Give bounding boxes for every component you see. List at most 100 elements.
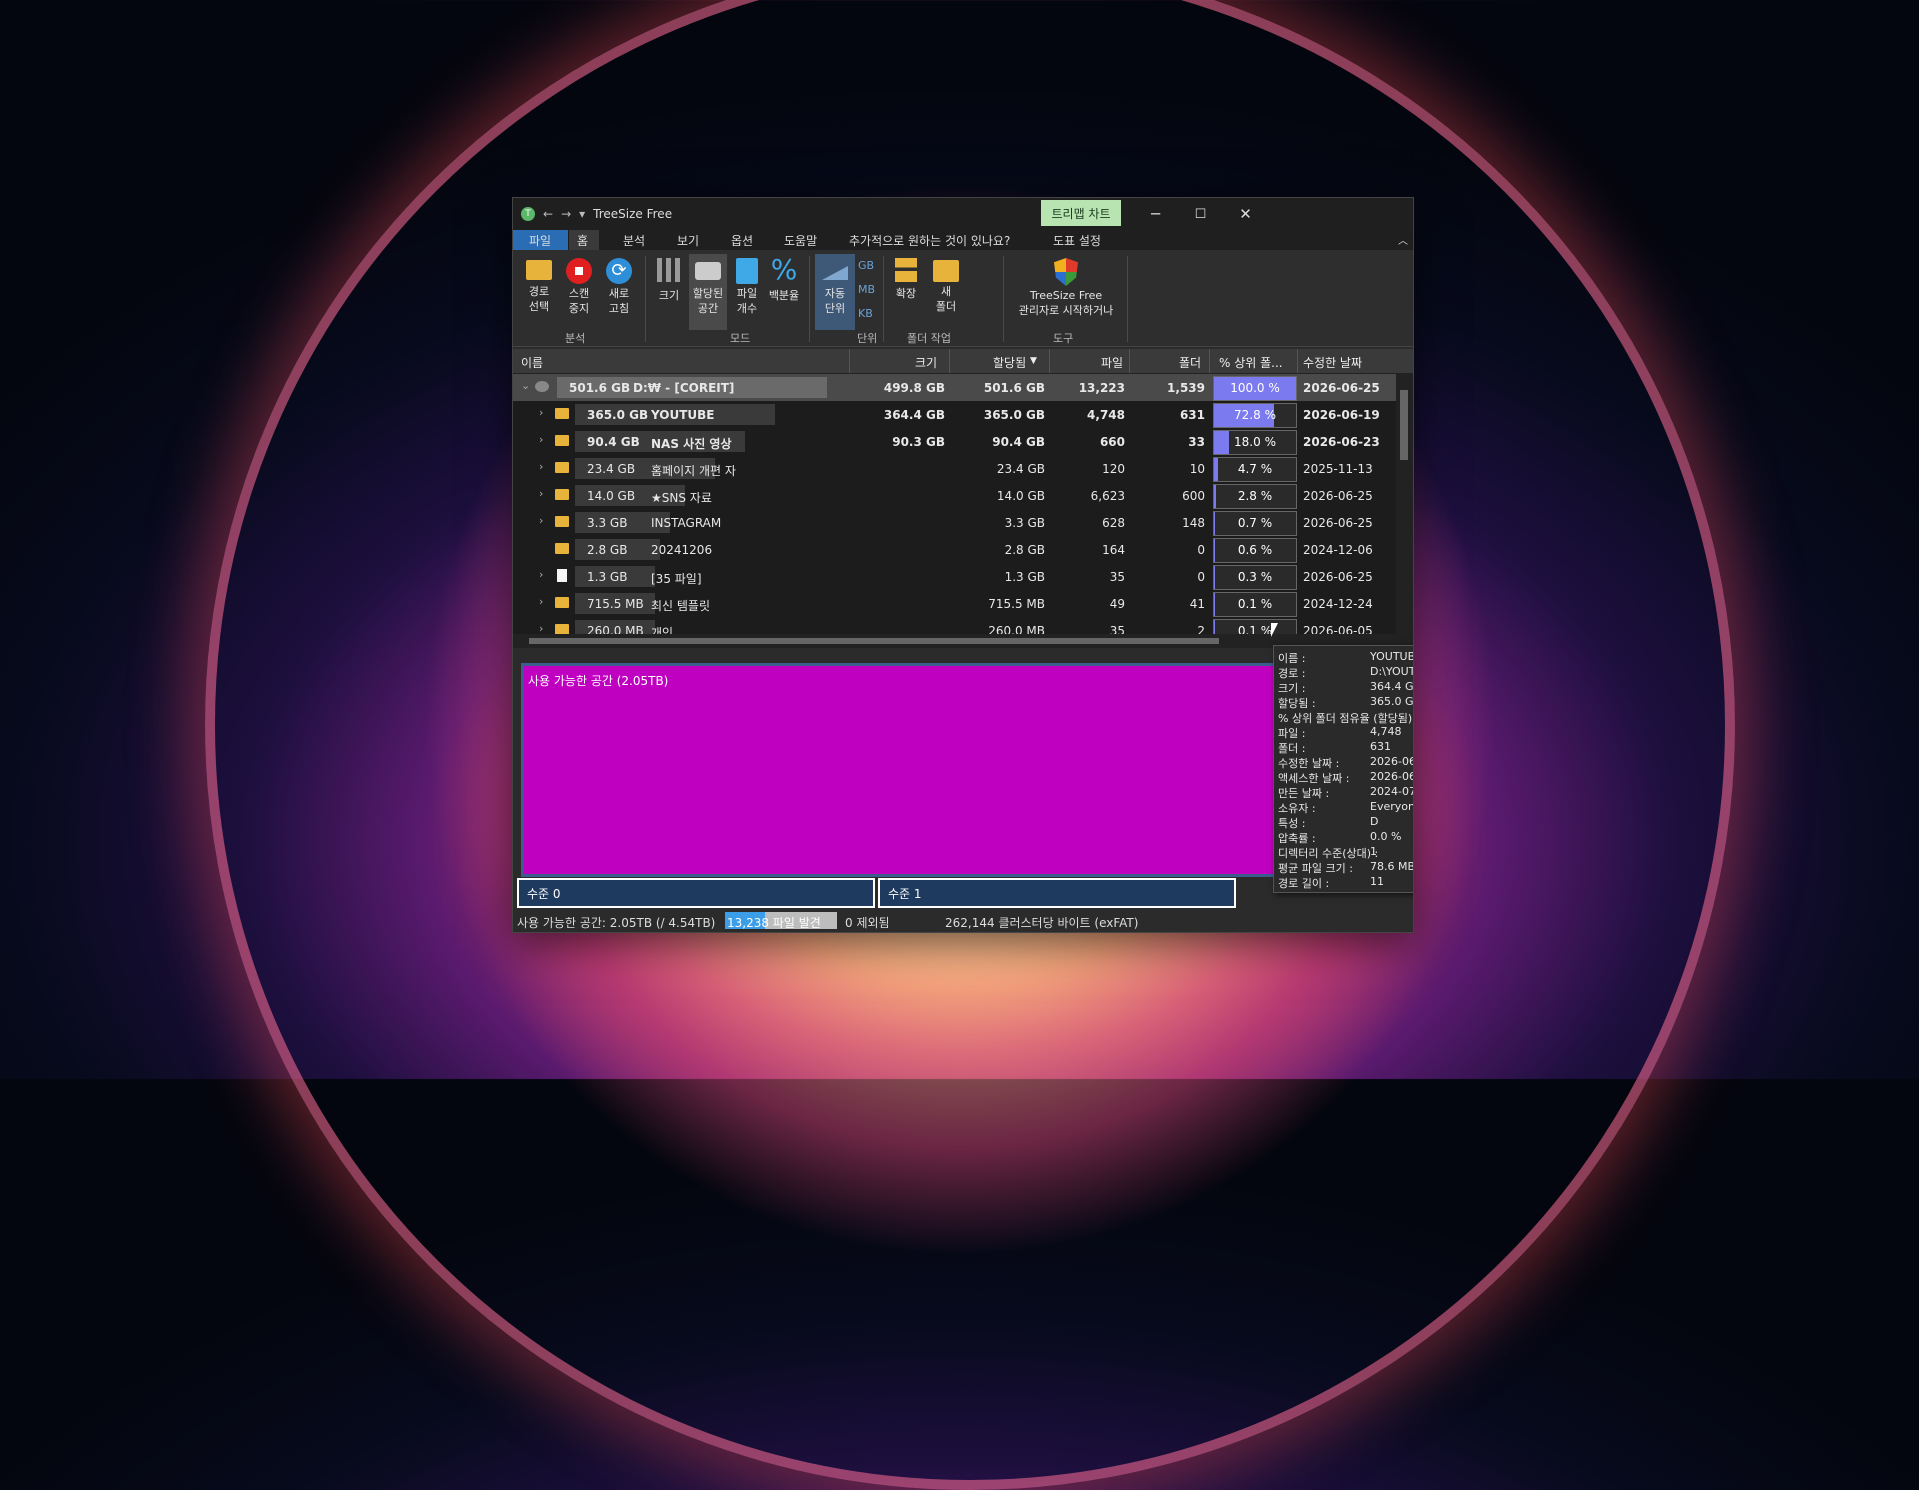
refresh-icon: ⟳: [606, 258, 632, 284]
row-files: 13,223: [1079, 381, 1125, 395]
refresh-button[interactable]: ⟳ 새로 고침: [601, 258, 637, 316]
tree-row[interactable]: ›3.3 GBINSTAGRAM3.3 GB6281480.7 %2026-06…: [513, 509, 1396, 536]
scroll-thumb[interactable]: [1400, 390, 1408, 460]
menu-view[interactable]: 보기: [677, 232, 699, 249]
col-modified[interactable]: 수정한 날짜: [1303, 354, 1362, 371]
folder-icon: [555, 435, 569, 446]
menu-file[interactable]: 파일: [529, 232, 551, 249]
row-name: YOUTUBE: [651, 408, 714, 422]
new-folder-button[interactable]: 새 폴더: [929, 258, 963, 314]
level-1-label: 수준 1: [888, 885, 922, 902]
tree-row[interactable]: ›14.0 GB★SNS 자료14.0 GB6,6236002.8 %2026-…: [513, 482, 1396, 509]
select-path-button[interactable]: 경로 선택: [521, 258, 557, 314]
status-excluded: 0 제외됨: [845, 914, 890, 931]
col-name[interactable]: 이름: [521, 354, 543, 371]
row-folders: 631: [1180, 408, 1205, 422]
row-modified: 2024-12-06: [1303, 543, 1373, 557]
status-free-space: 사용 가능한 공간: 2.05TB (/ 4.54TB): [517, 914, 715, 931]
row-modified: 2026-06-25: [1303, 516, 1373, 530]
tooltip-key: 평균 파일 크기 :: [1278, 860, 1353, 876]
maximize-button[interactable]: ☐: [1178, 198, 1223, 230]
row-allocated: 1.3 GB: [1005, 570, 1045, 584]
menu-help[interactable]: 도움말: [784, 232, 817, 249]
tooltip-value: 78.6 MB: [1370, 860, 1414, 873]
header-divider[interactable]: [1209, 349, 1210, 373]
forward-icon[interactable]: →: [561, 207, 571, 221]
row-percent: 0.7 %: [1214, 516, 1296, 530]
chevron-right-icon[interactable]: ›: [539, 568, 543, 581]
scroll-thumb[interactable]: [529, 638, 1219, 644]
row-folders: 1,539: [1167, 381, 1205, 395]
expand-button[interactable]: 확장: [889, 258, 923, 301]
tree-row[interactable]: ›260.0 MB개인260.0 MB3520.1 %2026-06-05: [513, 617, 1396, 634]
header-divider[interactable]: [949, 349, 950, 373]
row-folders: 33: [1188, 435, 1205, 449]
row-folders: 10: [1190, 462, 1205, 476]
percent-label: 백분율: [769, 289, 799, 302]
back-icon[interactable]: ←: [543, 207, 553, 221]
row-percent: 0.6 %: [1214, 543, 1296, 557]
row-percent-cell: 0.6 %: [1213, 538, 1297, 563]
tree-row[interactable]: ›90.4 GBNAS 사진 영상90.3 GB90.4 GB6603318.0…: [513, 428, 1396, 455]
menu-analysis[interactable]: 분석: [623, 232, 645, 249]
quick-access-dropdown-icon[interactable]: ▾: [579, 207, 585, 221]
tree-row[interactable]: ›23.4 GB홈페이지 개편 자23.4 GB120104.7 %2025-1…: [513, 455, 1396, 482]
row-name: 20241206: [651, 543, 712, 557]
auto-unit-button[interactable]: 자동 단위: [815, 254, 855, 330]
file-count-mode-button[interactable]: 파일 개수: [731, 258, 763, 316]
size-mode-button[interactable]: 크기: [653, 258, 685, 303]
menu-home[interactable]: 홈: [577, 232, 588, 249]
tree-row[interactable]: ⌄501.6 GBD:₩ - [COREIT]499.8 GB501.6 GB1…: [513, 374, 1396, 401]
tooltip-key: 디렉터리 수준(상대) :: [1278, 845, 1378, 861]
row-percent-cell: 18.0 %: [1213, 430, 1297, 455]
col-folders[interactable]: 폴더: [1179, 354, 1201, 371]
chevron-right-icon[interactable]: ›: [539, 433, 543, 446]
admin-start-button[interactable]: TreeSize Free 관리자로 시작하거나: [1007, 258, 1125, 318]
menu-chart-settings[interactable]: 도표 설정: [1053, 232, 1101, 249]
chevron-right-icon[interactable]: ›: [539, 595, 543, 608]
header-divider[interactable]: [1297, 349, 1298, 373]
tree-row[interactable]: 2.8 GB202412062.8 GB16400.6 %2024-12-06: [513, 536, 1396, 563]
shield-icon: [1054, 258, 1078, 286]
col-allocated[interactable]: 할당됨: [993, 354, 1026, 371]
row-percent: 0.3 %: [1214, 570, 1296, 584]
ruler-icon: [822, 266, 848, 280]
row-name: 홈페이지 개편 자: [651, 462, 736, 479]
tooltip-key: 소유자 :: [1278, 800, 1316, 816]
percent-mode-button[interactable]: % 백분율: [766, 254, 802, 303]
size-label: 크기: [659, 289, 679, 302]
close-button[interactable]: ✕: [1223, 198, 1268, 230]
tree-row[interactable]: ›715.5 MB최신 템플릿715.5 MB49410.1 %2024-12-…: [513, 590, 1396, 617]
allocated-mode-button[interactable]: 할당된 공간: [689, 254, 727, 330]
row-percent-cell: 100.0 %: [1213, 376, 1297, 401]
chevron-right-icon[interactable]: ›: [539, 487, 543, 500]
header-divider[interactable]: [1049, 349, 1050, 373]
col-percent-parent[interactable]: % 상위 폴...: [1219, 354, 1283, 371]
col-size[interactable]: 크기: [915, 354, 937, 371]
tree-row[interactable]: ›365.0 GBYOUTUBE364.4 GB365.0 GB4,748631…: [513, 401, 1396, 428]
collapse-ribbon-icon[interactable]: ︿: [1398, 232, 1408, 247]
folder-icon: [555, 624, 569, 634]
minimize-button[interactable]: ─: [1133, 198, 1178, 230]
unit-gb-button[interactable]: GB: [858, 258, 874, 273]
folder-icon: [555, 597, 569, 608]
chevron-right-icon[interactable]: ›: [539, 514, 543, 527]
menu-tell-me[interactable]: 추가적으로 원하는 것이 있나요?: [849, 232, 1010, 249]
title-bar: T ← → ▾ TreeSize Free 트리맵 차트 ─ ☐ ✕: [513, 198, 1413, 230]
row-size-label: 715.5 MB: [587, 597, 644, 611]
header-divider[interactable]: [1129, 349, 1130, 373]
vertical-scrollbar[interactable]: [1396, 374, 1413, 634]
chevron-right-icon[interactable]: ›: [539, 406, 543, 419]
tooltip-value: 0.0 %: [1370, 830, 1401, 843]
unit-kb-button[interactable]: KB: [858, 306, 873, 321]
stop-scan-button[interactable]: 스캔 중지: [561, 258, 597, 316]
chevron-right-icon[interactable]: ›: [539, 460, 543, 473]
tree-row[interactable]: ›1.3 GB[35 파일]1.3 GB3500.3 %2026-06-25: [513, 563, 1396, 590]
treemap-chart-context-tab[interactable]: 트리맵 차트: [1041, 200, 1121, 226]
chevron-down-icon[interactable]: ⌄: [521, 379, 530, 392]
chevron-right-icon[interactable]: ›: [539, 622, 543, 634]
unit-mb-button[interactable]: MB: [858, 282, 875, 297]
menu-options[interactable]: 옵션: [731, 232, 753, 249]
header-divider[interactable]: [849, 349, 850, 373]
col-files[interactable]: 파일: [1101, 354, 1123, 371]
